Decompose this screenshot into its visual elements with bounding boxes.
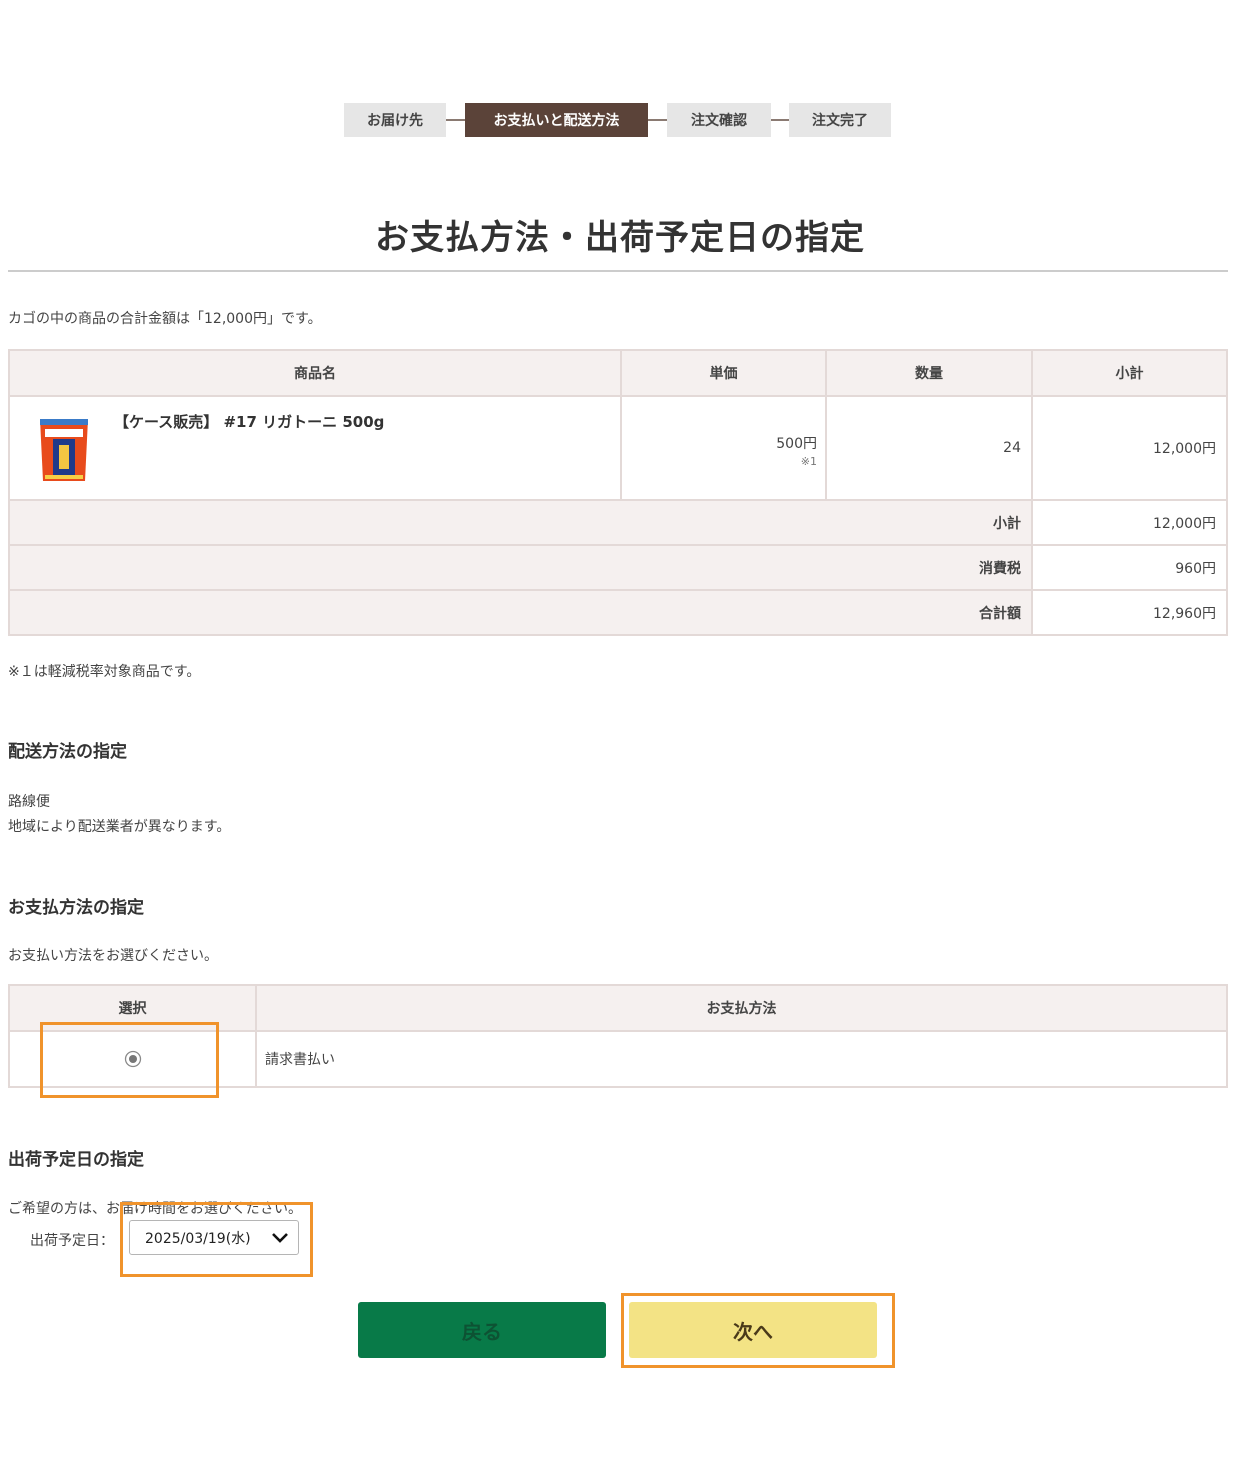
table-row: 【ケース販売】 #17 リガトーニ 500g 500円 ※1 24 12,000…	[8, 395, 1228, 501]
ship-date-highlight	[120, 1202, 313, 1277]
payment-heading: お支払方法の指定	[8, 898, 144, 918]
product-cell: 【ケース販売】 #17 リガトーニ 500g	[8, 395, 622, 501]
next-button-highlight	[621, 1293, 895, 1368]
product-name[interactable]: 【ケース販売】 #17 リガトーニ 500g	[114, 411, 384, 432]
step-connector	[445, 119, 467, 121]
tax-footnote: ※１は軽減税率対象商品です。	[8, 664, 201, 680]
header-product-name: 商品名	[8, 349, 622, 397]
summary-label: 合計額	[8, 589, 1033, 636]
tax-note-mark: ※1	[800, 454, 817, 468]
step-connector	[646, 119, 668, 121]
unit-price-cell: 500円 ※1	[620, 395, 827, 501]
shipping-note: 地域により配送業者が異なります。	[8, 819, 231, 835]
cart-table: 商品名 単価 数量 小計 【ケース販売】 #17 リガトーニ 500g 500円…	[8, 349, 1228, 636]
radio-highlight	[40, 1022, 219, 1098]
header-quantity: 数量	[825, 349, 1033, 397]
summary-label: 消費税	[8, 544, 1033, 591]
cart-total-text: カゴの中の商品の合計金額は「12,000円」です。	[8, 311, 322, 327]
step-payment-shipping: お支払いと配送方法	[465, 103, 648, 137]
ship-date-label: 出荷予定日：	[30, 1233, 114, 1249]
shipping-heading: 配送方法の指定	[8, 742, 127, 762]
summary-label: 小計	[8, 499, 1033, 546]
header-unit-price: 単価	[620, 349, 827, 397]
payment-instruction: お支払い方法をお選びください。	[8, 948, 218, 964]
quantity-cell: 24	[825, 395, 1033, 501]
step-connector	[770, 119, 790, 121]
payment-option-label: 請求書払い	[255, 1030, 1228, 1088]
unit-price: 500円	[776, 435, 817, 452]
header-subtotal: 小計	[1031, 349, 1228, 397]
shipping-method: 路線便	[8, 794, 50, 810]
ship-date-heading: 出荷予定日の指定	[8, 1150, 144, 1170]
step-delivery-address: お届け先	[344, 103, 446, 137]
cart-header-row: 商品名 単価 数量 小計	[8, 349, 1228, 397]
step-order-confirm: 注文確認	[667, 103, 771, 137]
step-order-complete: 注文完了	[789, 103, 891, 137]
summary-row-tax: 消費税 960円	[8, 544, 1228, 591]
summary-row-total: 合計額 12,960円	[8, 589, 1228, 636]
item-subtotal-cell: 12,000円	[1031, 395, 1228, 501]
summary-value: 12,000円	[1031, 499, 1228, 546]
header-payment-method: お支払方法	[255, 984, 1228, 1032]
back-button[interactable]: 戻る	[358, 1302, 606, 1358]
summary-value: 12,960円	[1031, 589, 1228, 636]
summary-row-subtotal: 小計 12,000円	[8, 499, 1228, 546]
summary-value: 960円	[1031, 544, 1228, 591]
product-image[interactable]	[36, 415, 92, 485]
title-divider	[8, 270, 1228, 272]
page-title: お支払方法・出荷予定日の指定	[375, 218, 865, 258]
